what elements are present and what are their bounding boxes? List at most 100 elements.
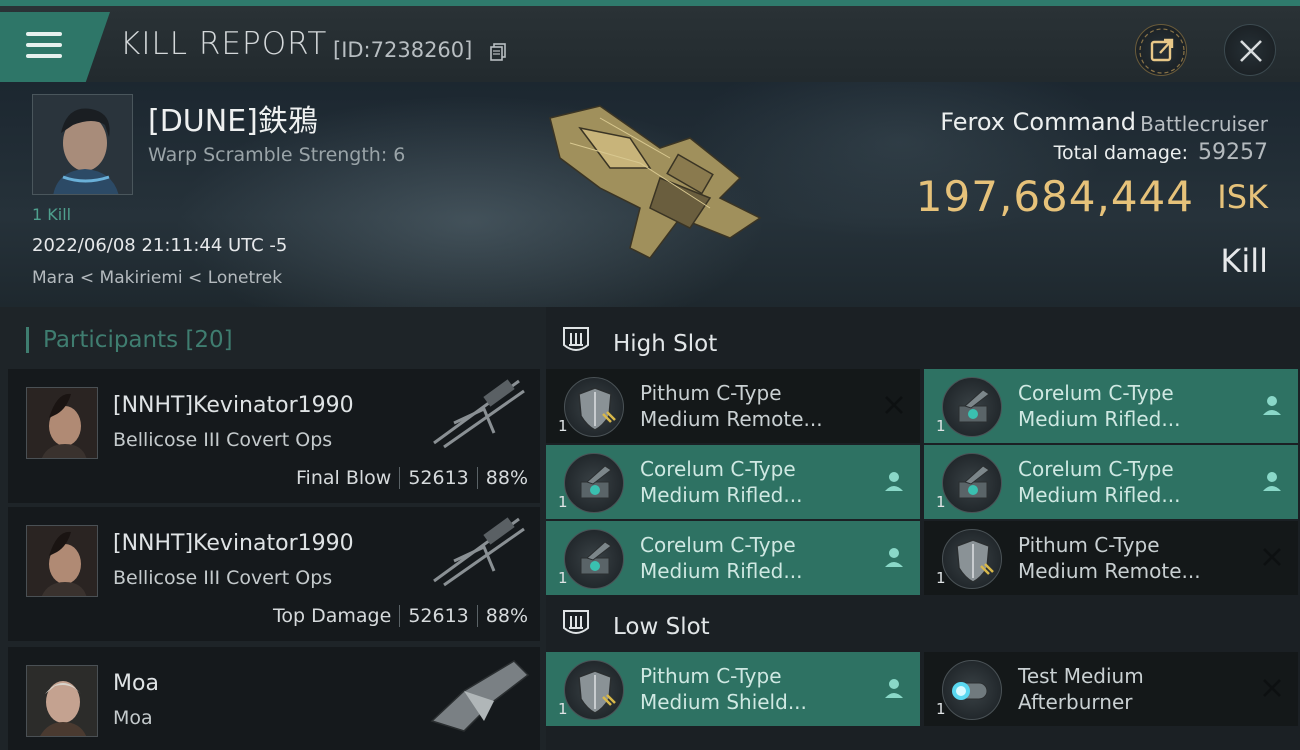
copy-icon[interactable] [490, 43, 506, 61]
module-name-line1: Pithum C-Type [640, 381, 782, 405]
isk-unit: ISK [1217, 178, 1268, 216]
header-bar: KILL REPORT [ID:7238260] [0, 0, 1300, 82]
participants-panel: Participants [20] [NNHT]Kevinator1990 Be… [0, 307, 546, 750]
isk-value: 197,684,444 [915, 172, 1194, 221]
avatar-image [27, 666, 97, 736]
dropped-person-icon [1260, 393, 1284, 417]
low-slot-title: Low Slot [613, 614, 710, 640]
module-quantity: 1 [936, 569, 946, 587]
participant-ship-image [433, 379, 525, 449]
participant-ship-image [433, 517, 525, 587]
menu-icon-bar [26, 43, 62, 47]
share-icon [1139, 28, 1185, 74]
destroyed-x-icon [1260, 545, 1284, 569]
participant-percent: 88% [485, 467, 528, 489]
module-name-line2: Medium Rifled... [640, 483, 803, 507]
module-name-line1: Corelum C-Type [640, 533, 796, 557]
module-item[interactable]: 1 Corelum C-Type Medium Rifled... [546, 521, 920, 595]
low-slot-icon [563, 610, 589, 634]
module-name-line1: Test Medium [1018, 664, 1144, 688]
share-button[interactable] [1135, 24, 1187, 76]
module-name-line1: Pithum C-Type [1018, 533, 1160, 557]
participant-name: [NNHT]Kevinator1990 [113, 393, 354, 418]
module-name-line2: Medium Remote... [1018, 559, 1201, 583]
total-damage-label: Total damage: [1053, 142, 1188, 164]
participant-row[interactable]: Moa Moa [8, 647, 540, 750]
module-quantity: 1 [936, 493, 946, 511]
kill-tag: 1 Kill [32, 205, 72, 224]
module-item[interactable]: 1 Pithum C-Type Medium Remote... [924, 521, 1298, 595]
participant-ship: Bellicose III Covert Ops [113, 429, 333, 451]
turret-module-icon [942, 377, 1002, 437]
shield-module-icon [564, 660, 624, 720]
high-slot-header: High Slot [546, 313, 1300, 371]
portrait-image [33, 95, 132, 194]
victim-name[interactable]: [DUNE]鉄鴉 [148, 96, 318, 140]
module-quantity: 1 [936, 700, 946, 718]
module-name-line2: Medium Rifled... [640, 559, 803, 583]
participant-name: Moa [113, 671, 159, 696]
participant-name: [NNHT]Kevinator1990 [113, 531, 354, 556]
kill-summary: [DUNE]鉄鴉 Warp Scramble Strength: 6 1 Kil… [0, 82, 1300, 307]
turret-module-icon [564, 529, 624, 589]
module-name-line1: Corelum C-Type [640, 457, 796, 481]
menu-button[interactable] [0, 12, 110, 82]
module-name-line1: Pithum C-Type [640, 664, 782, 688]
destroyed-x-icon [882, 393, 906, 417]
dropped-person-icon [882, 676, 906, 700]
close-button[interactable] [1224, 24, 1276, 76]
warp-scramble-strength: Warp Scramble Strength: 6 [148, 144, 406, 166]
afterburner-module-icon [942, 660, 1002, 720]
avatar [26, 525, 98, 597]
fitting-panel: High Slot 1 Pithum C-Type Medium Remote...… [546, 307, 1300, 750]
module-quantity: 1 [558, 493, 568, 511]
module-item[interactable]: 1 Corelum C-Type Medium Rifled... [924, 369, 1298, 443]
dropped-person-icon [882, 545, 906, 569]
module-name-line2: Medium Remote... [640, 407, 823, 431]
shield-module-icon [942, 529, 1002, 589]
shield-module-icon [564, 377, 624, 437]
divider [399, 605, 401, 627]
kill-location[interactable]: Mara < Makiriemi < Lonetrek [32, 268, 282, 288]
module-name-line1: Corelum C-Type [1018, 381, 1174, 405]
participant-damage: 52613 [408, 605, 469, 627]
module-item[interactable]: 1 Corelum C-Type Medium Rifled... [546, 445, 920, 519]
avatar-image [27, 526, 97, 596]
kill-status: Kill [1220, 242, 1268, 280]
module-item[interactable]: 1 Pithum C-Type Medium Shield... [546, 652, 920, 726]
module-name-line2: Medium Shield... [640, 690, 807, 714]
participant-role: Final Blow [296, 467, 392, 489]
close-icon [1240, 40, 1262, 62]
module-item[interactable]: 1 Corelum C-Type Medium Rifled... [924, 445, 1298, 519]
turret-module-icon [942, 453, 1002, 513]
participant-role: Top Damage [273, 605, 392, 627]
victim-portrait[interactable] [32, 94, 133, 195]
menu-icon [26, 32, 62, 36]
module-name-line2: Afterburner [1018, 690, 1133, 714]
participant-percent: 88% [485, 605, 528, 627]
module-name-line2: Medium Rifled... [1018, 483, 1181, 507]
avatar-image [27, 388, 97, 458]
report-id: [ID:7238260] [333, 38, 473, 62]
module-quantity: 1 [936, 417, 946, 435]
total-damage-value: 59257 [1198, 140, 1268, 165]
dropped-person-icon [1260, 469, 1284, 493]
participant-row[interactable]: [NNHT]Kevinator1990 Bellicose III Covert… [8, 369, 540, 503]
avatar [26, 387, 98, 459]
victim-ship-class: Battlecruiser [1140, 112, 1268, 136]
module-item[interactable]: 1 Test Medium Afterburner [924, 652, 1298, 726]
page-title: KILL REPORT [120, 26, 328, 62]
victim-ship-name[interactable]: Ferox Command [940, 108, 1136, 136]
module-quantity: 1 [558, 569, 568, 587]
kill-datetime: 2022/06/08 21:11:44 UTC -5 [32, 235, 288, 256]
module-quantity: 1 [558, 700, 568, 718]
module-item[interactable]: 1 Pithum C-Type Medium Remote... [546, 369, 920, 443]
destroyed-x-icon [1260, 676, 1284, 700]
participants-title: Participants [20] [26, 327, 233, 353]
participant-ship: Bellicose III Covert Ops [113, 567, 333, 589]
high-slot-icon [563, 327, 589, 351]
participant-row[interactable]: [NNHT]Kevinator1990 Bellicose III Covert… [8, 507, 540, 641]
participant-stats: Top Damage 52613 88% [273, 605, 528, 627]
victim-ship-image[interactable] [540, 88, 770, 278]
dropped-person-icon [882, 469, 906, 493]
